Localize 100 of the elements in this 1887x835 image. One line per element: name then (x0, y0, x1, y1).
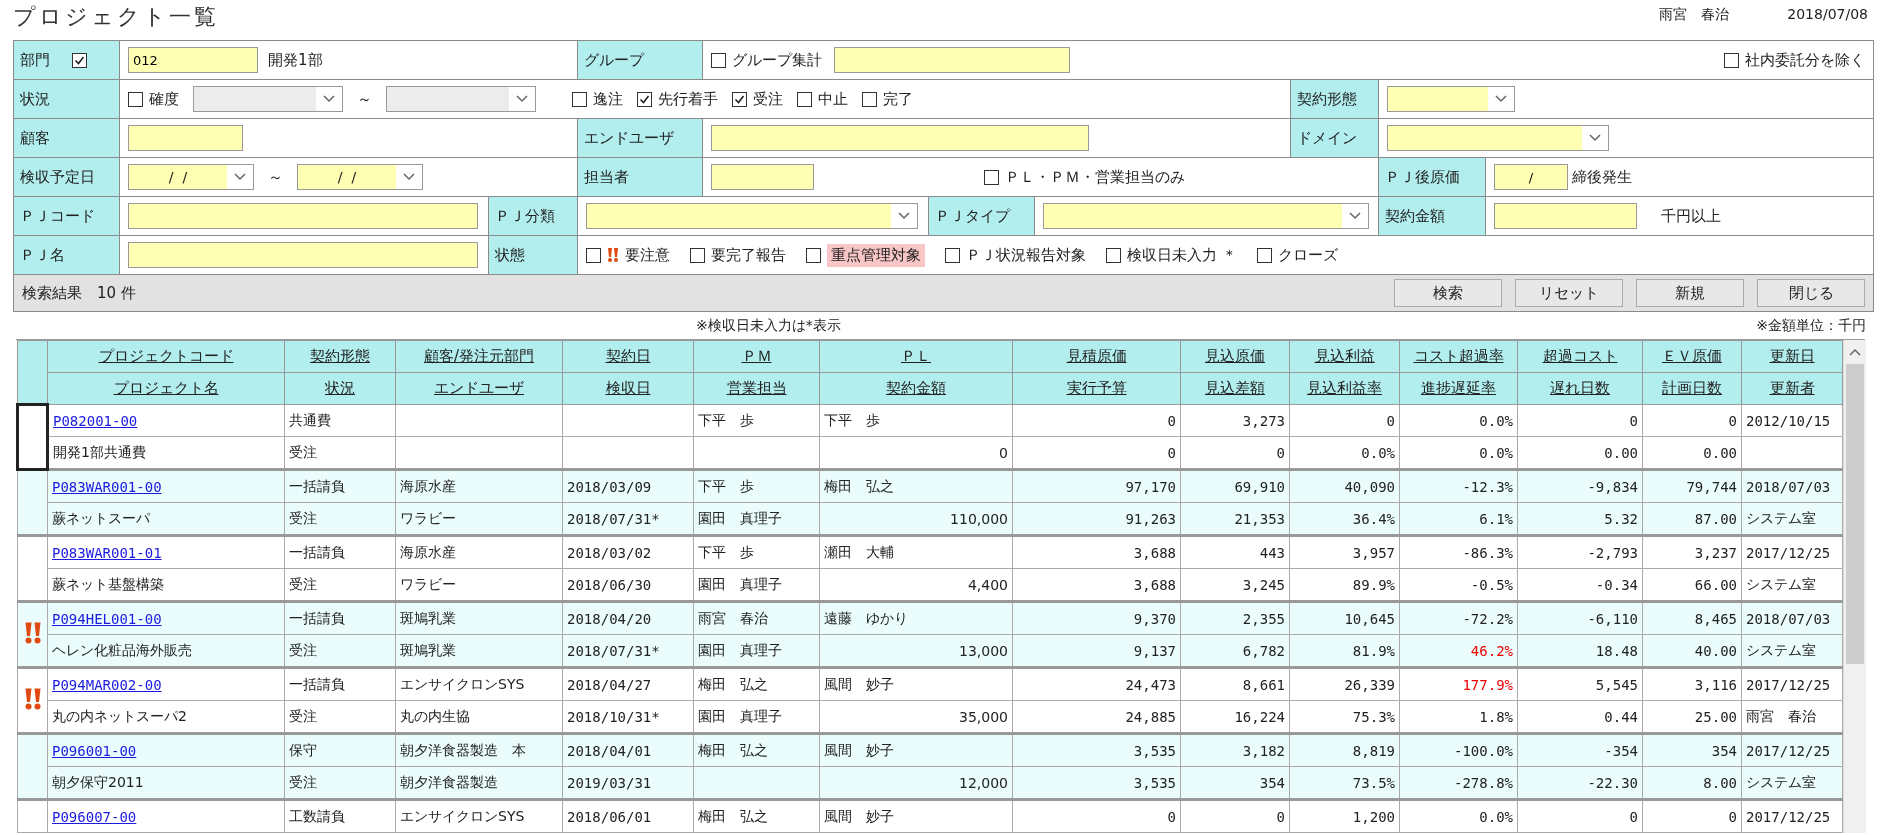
user-name: 雨宮 春治 (1659, 6, 1730, 24)
table-cell: -2,793 (1517, 535, 1643, 569)
column-header[interactable]: 検収日 (605, 379, 651, 397)
text-field[interactable]: / (1494, 164, 1568, 190)
table-cell: -86.3% (1399, 535, 1518, 569)
scroll-up-icon[interactable] (1849, 348, 1861, 356)
range-separator: ～ (357, 89, 372, 109)
table-cell: 8,819 (1289, 733, 1400, 767)
checkbox[interactable] (690, 247, 705, 263)
scrollbar[interactable] (1843, 340, 1866, 833)
table-cell: 3,957 (1289, 535, 1400, 569)
checkbox[interactable] (1724, 52, 1739, 68)
field-label: 担当者 (584, 167, 629, 187)
checkbox[interactable] (797, 91, 812, 107)
dropdown-field[interactable]: / / (128, 164, 254, 190)
checkbox-label: 検収日未入力 ＊ (1127, 245, 1237, 265)
dropdown-field[interactable] (586, 203, 918, 229)
column-header[interactable]: ＰＭ (741, 347, 772, 365)
table-cell: 3,273 (1180, 404, 1290, 437)
table-cell: 3,688 (1012, 535, 1181, 569)
table-cell: 97,170 (1012, 469, 1181, 503)
table-cell: 3,182 (1180, 733, 1290, 767)
text-field[interactable] (834, 47, 1070, 73)
field-suffix: 締後発生 (1572, 167, 1632, 187)
table-cell: 風間 妙子 (819, 799, 1013, 833)
table-cell: 5,545 (1517, 667, 1643, 701)
range-separator: ～ (268, 167, 283, 187)
table-cell: 2018/03/09 (562, 469, 694, 503)
table-cell: -6,110 (1517, 601, 1643, 635)
checkbox[interactable] (945, 247, 960, 263)
text-field[interactable] (128, 242, 478, 268)
table-cell: 風間 妙子 (819, 667, 1013, 701)
dropdown-field[interactable]: / / (297, 164, 423, 190)
table-cell: 保守 (284, 733, 396, 767)
column-header[interactable]: 状況 (325, 379, 355, 397)
checkbox[interactable] (1106, 247, 1121, 263)
table-cell: 一括請負 (284, 535, 396, 569)
action-button[interactable]: リセット (1515, 279, 1623, 307)
table-cell: 0 (1012, 799, 1181, 833)
project-link[interactable]: P082001-00 (53, 412, 138, 429)
table-cell: -12.3% (1399, 469, 1518, 503)
table-cell: 177.9% (1399, 667, 1518, 701)
text-field[interactable]: 012 (128, 47, 258, 73)
table-cell: 一括請負 (284, 601, 396, 635)
text-field[interactable] (1494, 203, 1637, 229)
text-field[interactable] (128, 125, 243, 151)
field-label: ＰＪタイプ (935, 206, 1010, 226)
checkbox[interactable] (72, 52, 87, 68)
chevron-icon (1495, 95, 1507, 103)
unit-note: ※金額単位：千円 (1756, 316, 1866, 335)
table-cell: 斑鳩乳業 (395, 601, 563, 635)
field-label: ＰＪ分類 (495, 206, 555, 226)
project-link[interactable]: P096001-00 (52, 742, 137, 759)
checkbox[interactable] (732, 91, 747, 107)
column-header[interactable]: 契約日 (605, 347, 651, 365)
project-link[interactable]: P096007-00 (52, 808, 137, 825)
dropdown-field[interactable] (1387, 86, 1515, 112)
column-header[interactable]: 契約金額 (886, 379, 946, 397)
field-label: ドメイン (1297, 128, 1357, 148)
checkbox-label: 確度 (149, 89, 179, 109)
action-button[interactable]: 新規 (1636, 279, 1744, 307)
table-cell: 354 (1642, 733, 1742, 767)
checkbox[interactable] (1256, 247, 1272, 263)
checkbox[interactable] (128, 91, 143, 107)
dropdown-field[interactable] (1043, 203, 1369, 229)
dropdown-field[interactable] (1387, 125, 1609, 151)
field-label: 状態 (495, 245, 525, 265)
chevron-icon (516, 95, 528, 103)
row-selector[interactable] (17, 469, 48, 536)
checkbox-label: 先行着手 (658, 89, 718, 109)
table-cell: 79,744 (1642, 469, 1742, 503)
table-cell: 0 (1517, 799, 1643, 833)
field-label: 部門 (20, 50, 50, 70)
column-header[interactable]: 見積原価 (1066, 347, 1127, 365)
table-note: ※検収日未入力は*表示 (696, 316, 841, 335)
text-field[interactable] (128, 203, 478, 229)
table-cell: 梅田 弘之 (693, 733, 820, 767)
table-cell: 2017/12/25 (1741, 535, 1843, 569)
text-field[interactable] (711, 125, 1089, 151)
checkbox[interactable] (806, 247, 821, 263)
column-header[interactable]: 実行予算 (1066, 379, 1127, 397)
action-button[interactable]: 閉じる (1757, 279, 1865, 307)
table-cell: 下平 歩 (693, 535, 820, 569)
checkbox[interactable] (984, 169, 999, 185)
table-cell: 2,355 (1180, 601, 1290, 635)
checkbox[interactable] (572, 91, 587, 107)
checkbox[interactable] (586, 247, 601, 263)
column-header[interactable]: ＰＬ (901, 347, 931, 365)
table-cell: 2012/10/15 (1741, 404, 1843, 437)
text-field[interactable] (711, 164, 814, 190)
checkbox[interactable] (637, 91, 652, 107)
scroll-thumb[interactable] (1846, 364, 1864, 664)
table-cell: 風間 妙子 (819, 733, 1013, 767)
action-button[interactable]: 検索 (1394, 279, 1502, 307)
table-cell: 0 (1012, 404, 1181, 437)
field-suffix: 千円以上 (1661, 206, 1721, 226)
table-cell: 海原水産 (395, 469, 563, 503)
checkbox[interactable] (862, 91, 877, 107)
row-selector[interactable] (17, 404, 48, 470)
checkbox[interactable] (711, 52, 726, 68)
